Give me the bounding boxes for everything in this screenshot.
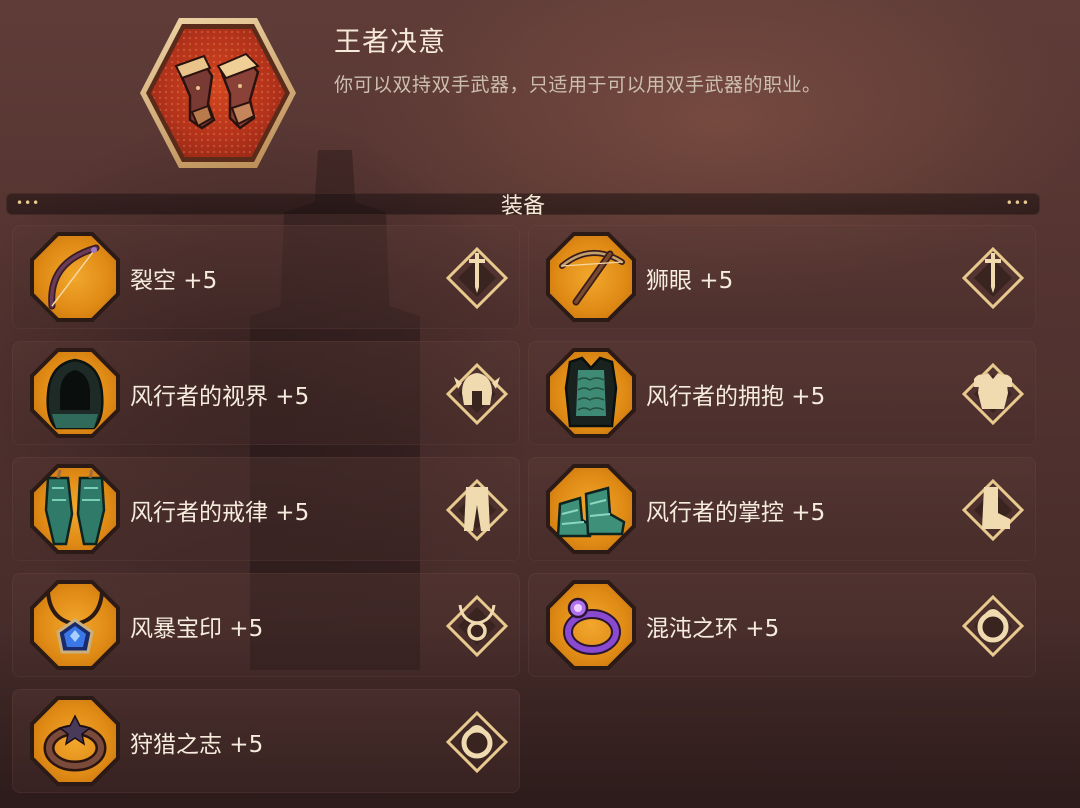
- boots-slot-icon: [961, 478, 1025, 542]
- equipment-item[interactable]: 狮眼 +5: [528, 225, 1036, 329]
- item-name: 混沌之环 +5: [646, 616, 780, 642]
- helmet-slot-icon: [445, 362, 509, 426]
- item-slot: [30, 696, 120, 786]
- equipment-item[interactable]: 风行者的戒律 +5: [12, 457, 520, 561]
- equipment-item[interactable]: 风行者的拥抱 +5: [528, 341, 1036, 445]
- item-slot: [30, 232, 120, 322]
- ring-slot-icon: [961, 594, 1025, 658]
- leg-armor-icon: [44, 469, 106, 546]
- ring-slot-icon: [445, 710, 509, 774]
- weapon-slot-icon: [445, 246, 509, 310]
- item-name: 狮眼 +5: [646, 268, 734, 294]
- hood-icon: [46, 358, 104, 430]
- crossbow-icon: [559, 249, 625, 306]
- item-name: 裂空 +5: [130, 268, 218, 294]
- section-title: 装备: [500, 194, 545, 219]
- gauntlets-icon: [174, 52, 260, 130]
- amulet-icon: [46, 591, 104, 654]
- item-slot: [30, 580, 120, 670]
- ring-icon: [563, 597, 621, 655]
- item-name: 风行者的拥抱 +5: [646, 384, 826, 410]
- equipment-item[interactable]: 混沌之环 +5: [528, 573, 1036, 677]
- item-name: 狩猎之志 +5: [130, 732, 264, 758]
- item-name: 风暴宝印 +5: [130, 616, 264, 642]
- perk-title: 王者决意: [334, 27, 446, 58]
- perk-description: 你可以双持双手武器，只适用于可以用双手武器的职业。: [334, 74, 822, 96]
- weapon-slot-icon: [961, 246, 1025, 310]
- pants-slot-icon: [445, 478, 509, 542]
- boots-icon: [556, 486, 626, 538]
- equipment-item[interactable]: 狩猎之志 +5: [12, 689, 520, 793]
- equipment-item[interactable]: 风行者的掌控 +5: [528, 457, 1036, 561]
- equipment-item[interactable]: 裂空 +5: [12, 225, 520, 329]
- equipment-item[interactable]: 风行者的视界 +5: [12, 341, 520, 445]
- item-slot: [30, 464, 120, 554]
- item-slot: [546, 464, 636, 554]
- chest-slot-icon: [961, 362, 1025, 426]
- item-name: 风行者的视界 +5: [130, 384, 310, 410]
- chest-armor-icon: [564, 356, 618, 428]
- item-slot: [30, 348, 120, 438]
- amulet-slot-icon: [445, 594, 509, 658]
- item-name: 风行者的掌控 +5: [646, 500, 826, 526]
- item-name: 风行者的戒律 +5: [130, 500, 310, 526]
- equipment-item[interactable]: 风暴宝印 +5: [12, 573, 520, 677]
- bow-icon: [48, 244, 100, 310]
- ring-icon: [43, 714, 107, 772]
- item-slot: [546, 348, 636, 438]
- item-slot: [546, 232, 636, 322]
- item-slot: [546, 580, 636, 670]
- perk-icon-frame: [140, 18, 296, 168]
